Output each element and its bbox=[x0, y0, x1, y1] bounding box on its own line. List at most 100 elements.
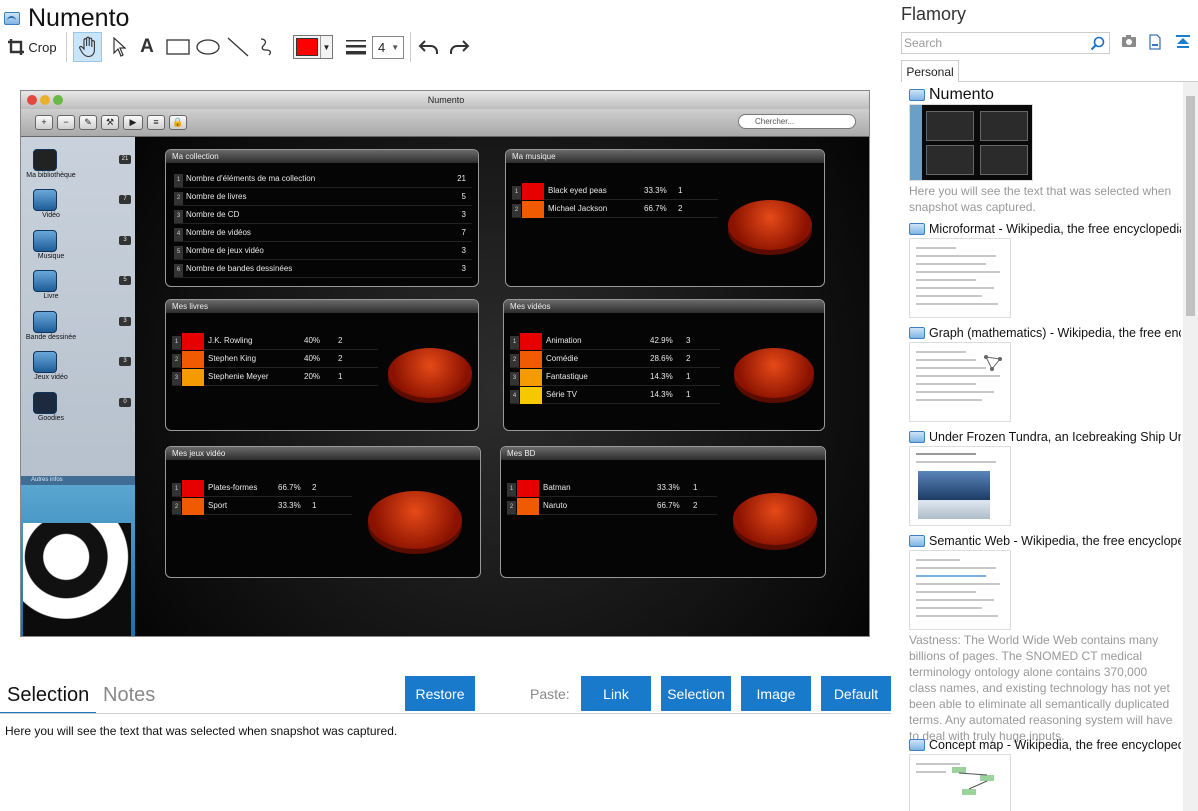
camera-icon[interactable] bbox=[1121, 34, 1137, 48]
edit-icon: ✎ bbox=[79, 115, 97, 130]
tab-selection[interactable]: Selection bbox=[7, 684, 89, 707]
line-style-button[interactable] bbox=[343, 32, 369, 62]
scrollbar[interactable] bbox=[1183, 82, 1198, 811]
panel-livres: Mes livres 1 J.K. Rowling 40% 2 2 Stephen Ki… bbox=[165, 299, 479, 431]
freehand-tool-button[interactable] bbox=[255, 32, 281, 62]
table-row: 1 J.K. Rowling 40% 2 bbox=[172, 333, 378, 350]
list-item[interactable]: Graph (mathematics) - Wikipedia, the fre… bbox=[909, 324, 1181, 422]
line-tool-button[interactable] bbox=[225, 32, 251, 62]
mac-toolbar: + − ✎ ⚒ ▶ ≡ 🔒 Chercher... bbox=[21, 109, 869, 137]
line-icon bbox=[227, 37, 249, 57]
rectangle-tool-button[interactable] bbox=[164, 32, 192, 62]
select-tool-button[interactable] bbox=[106, 32, 132, 62]
paste-link-button[interactable]: Link bbox=[581, 676, 651, 711]
table-row: 4 Nombre de vidéos 7 bbox=[174, 225, 472, 242]
table-row: 1 Nombre d'éléments de ma collection 21 bbox=[174, 171, 472, 188]
crop-button[interactable]: Crop bbox=[4, 32, 60, 62]
add-icon: + bbox=[35, 115, 53, 130]
thumbnail bbox=[909, 754, 1011, 811]
table-row: 2 Nombre de livres 5 bbox=[174, 189, 472, 206]
undo-icon bbox=[418, 40, 438, 54]
list-item[interactable]: Semantic Web - Wikipedia, the free encyc… bbox=[909, 532, 1181, 744]
sidebar-item: Livre 5 bbox=[21, 270, 135, 310]
crop-icon bbox=[8, 39, 25, 55]
video-icon bbox=[33, 189, 57, 211]
search-icon[interactable] bbox=[1090, 36, 1105, 51]
mac-search-field: Chercher... bbox=[738, 114, 856, 129]
sidebar-item: Jeux vidéo 3 bbox=[21, 351, 135, 391]
item-title: Semantic Web - Wikipedia, the free encyc… bbox=[929, 534, 1181, 548]
selection-text[interactable]: Here you will see the text that was sele… bbox=[5, 724, 397, 738]
panel-musique: Ma musique 1 Black eyed peas 33.3% 1 2 Micha… bbox=[505, 149, 825, 287]
media-icon: ▶ bbox=[123, 115, 143, 130]
item-description: Here you will see the text that was sele… bbox=[909, 184, 1172, 214]
library-icon bbox=[33, 149, 57, 171]
line-style-icon bbox=[346, 40, 366, 55]
hand-tool-button[interactable] bbox=[73, 32, 102, 62]
list-icon: ≡ bbox=[147, 115, 165, 130]
text-tool-button[interactable]: A bbox=[135, 32, 159, 62]
search-input[interactable]: Search bbox=[901, 32, 1110, 54]
paste-selection-button[interactable]: Selection bbox=[661, 676, 731, 711]
tab-personal[interactable]: Personal bbox=[901, 60, 959, 82]
pie-chart bbox=[728, 200, 812, 250]
paste-default-button[interactable]: Default bbox=[821, 676, 891, 711]
freehand-icon bbox=[260, 38, 272, 56]
table-row: 2 Stephen King 40% 2 bbox=[172, 351, 378, 368]
panel-title: Mes vidéos bbox=[504, 300, 824, 313]
app-icon bbox=[4, 11, 20, 25]
sidebar-item: Musique 3 bbox=[21, 230, 135, 270]
music-icon bbox=[33, 230, 57, 252]
item-title: Microformat - Wikipedia, the free encycl… bbox=[929, 222, 1181, 236]
page-icon[interactable] bbox=[1148, 34, 1162, 50]
text-a-icon: A bbox=[140, 36, 154, 57]
editor-toolbar: Crop A ▼ 4 ▼ bbox=[0, 32, 500, 62]
arrow-pointer-icon bbox=[113, 37, 127, 57]
thumbnail bbox=[909, 342, 1011, 422]
flamory-title: Flamory bbox=[901, 4, 967, 24]
table-row: 3 Fantastique 14.3% 1 bbox=[510, 369, 720, 386]
scrollbar-thumb[interactable] bbox=[1186, 96, 1195, 316]
snapshot-icon bbox=[909, 89, 925, 101]
chevron-down-icon: ▼ bbox=[320, 36, 332, 58]
panel-videos: Mes vidéos 1 Animation 42.9% 3 2 Comédie 28.6… bbox=[503, 299, 825, 431]
thumbnail bbox=[909, 446, 1011, 526]
list-item[interactable]: Concept map - Wikipedia, the free encycl… bbox=[909, 736, 1181, 811]
pie-chart bbox=[734, 348, 814, 398]
item-title: Concept map - Wikipedia, the free encycl… bbox=[929, 738, 1181, 752]
comic-icon bbox=[33, 311, 57, 333]
line-width-select[interactable]: 4 ▼ bbox=[372, 36, 404, 59]
color-picker[interactable]: ▼ bbox=[293, 35, 333, 59]
list-item[interactable]: Under Frozen Tundra, an Icebreaking Ship… bbox=[909, 428, 1181, 526]
book-icon bbox=[33, 270, 57, 292]
item-description: Vastness: The World Wide Web contains ma… bbox=[909, 633, 1173, 743]
panel-jeux: Mes jeux vidéo 1 Plates-formes 66.7% 2 2 Spo… bbox=[165, 446, 481, 578]
snapshot-list: Numento Here you will see the text that … bbox=[901, 82, 1183, 811]
panel-collection: Ma collection 1 Nombre d'éléments de ma c… bbox=[165, 149, 479, 287]
table-row: 3 Stephenie Meyer 20% 1 bbox=[172, 369, 378, 386]
pie-chart bbox=[368, 491, 462, 549]
undo-button[interactable] bbox=[416, 32, 442, 62]
page-title: Numento bbox=[28, 3, 130, 32]
paste-label: Paste: bbox=[530, 686, 570, 702]
collapse-top-icon[interactable] bbox=[1175, 34, 1191, 50]
tools-icon: ⚒ bbox=[101, 115, 119, 130]
line-width-value: 4 bbox=[378, 40, 386, 55]
snapshot-canvas[interactable]: Numento + − ✎ ⚒ ▶ ≡ 🔒 Chercher... Ma bib… bbox=[20, 90, 870, 637]
snapshot-icon bbox=[909, 535, 925, 547]
panel-title: Mes jeux vidéo bbox=[166, 447, 480, 460]
list-item[interactable]: Microformat - Wikipedia, the free encycl… bbox=[909, 220, 1181, 318]
tab-notes[interactable]: Notes bbox=[103, 684, 155, 707]
ellipse-icon bbox=[196, 39, 220, 55]
zoom-dot-icon bbox=[53, 95, 63, 105]
table-row: 2 Naruto 66.7% 2 bbox=[507, 498, 717, 515]
paste-image-button[interactable]: Image bbox=[741, 676, 811, 711]
redo-icon bbox=[450, 40, 470, 54]
restore-button[interactable]: Restore bbox=[405, 676, 475, 711]
redo-button[interactable] bbox=[446, 32, 472, 62]
ellipse-tool-button[interactable] bbox=[194, 32, 222, 62]
hand-icon bbox=[78, 36, 95, 58]
list-item[interactable]: Numento Here you will see the text that … bbox=[909, 86, 1181, 215]
close-dot-icon bbox=[27, 95, 37, 105]
goodies-icon bbox=[33, 392, 57, 414]
